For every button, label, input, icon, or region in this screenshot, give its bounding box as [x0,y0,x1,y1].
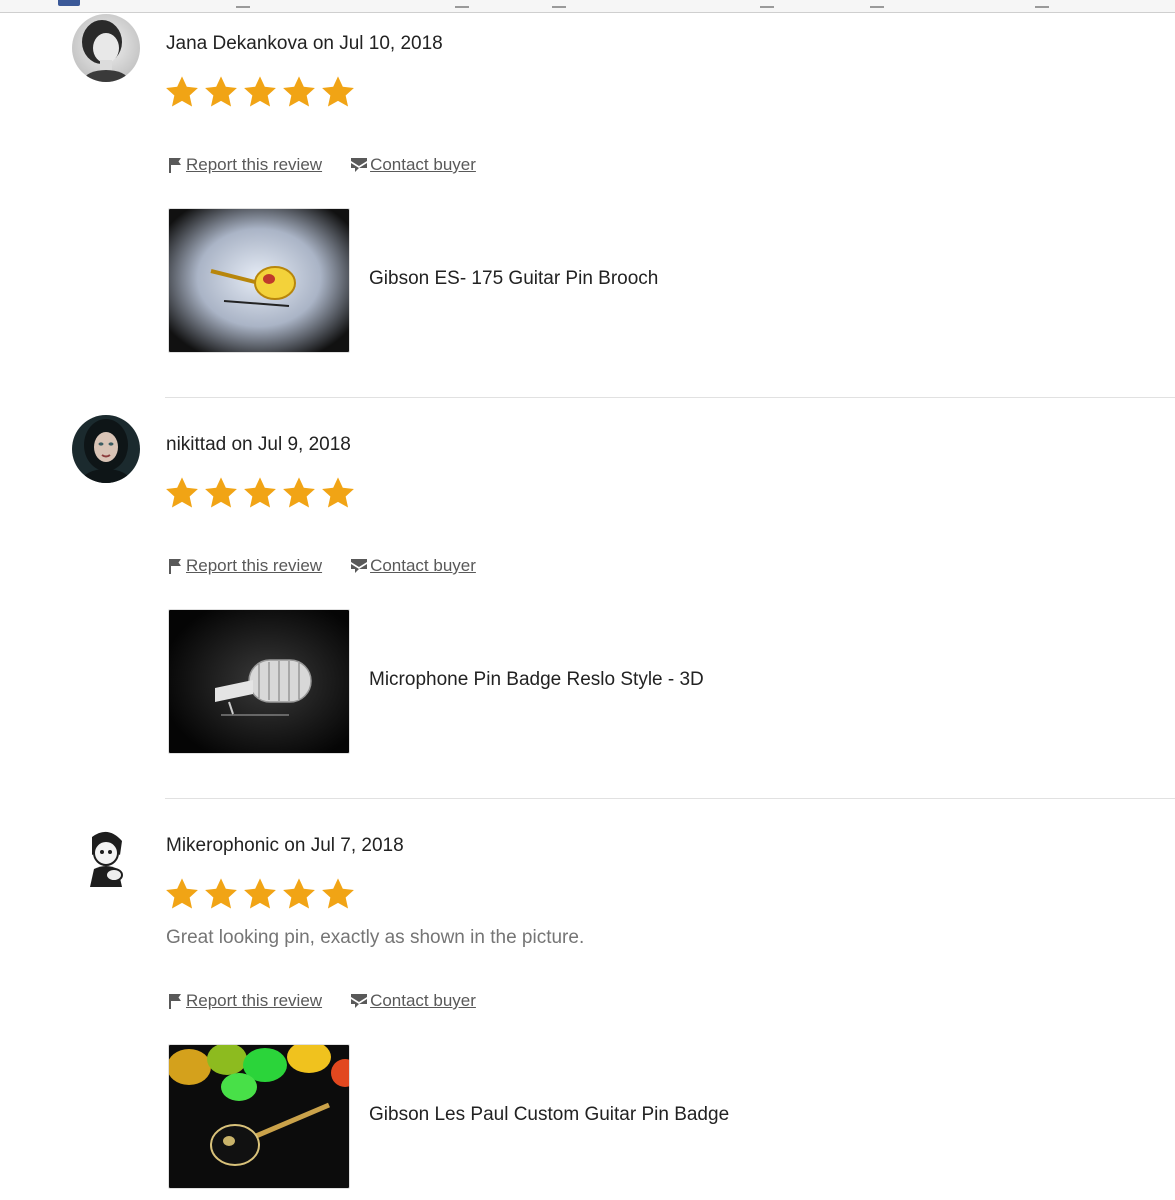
star-icon [203,475,239,511]
star-icon [203,876,239,912]
star-icon [281,475,317,511]
message-icon [350,557,368,575]
reviewer-name-date: Jana Dekankova on Jul 10, 2018 [166,33,443,54]
flag-icon [166,557,184,575]
message-icon [350,156,368,174]
review-actions: Report this review Contact buyer [166,991,504,1011]
report-review-label: Report this review [186,556,323,575]
review-actions: Report this review Contact buyer [166,556,504,576]
star-icon [164,876,200,912]
flag-icon [166,156,184,174]
report-review-link[interactable]: Report this review [166,556,322,576]
contact-buyer-label: Contact buyer [370,155,476,174]
contact-buyer-link[interactable]: Contact buyer [350,556,476,576]
star-icon [164,74,200,110]
rating-stars [164,74,356,110]
reviewer-avatar[interactable] [72,415,140,483]
review-divider [165,397,1175,398]
star-icon [164,475,200,511]
report-review-link[interactable]: Report this review [166,155,322,175]
reviewer-name-date: Mikerophonic on Jul 7, 2018 [166,835,404,856]
rating-stars [164,876,356,912]
star-icon [242,475,278,511]
contact-buyer-label: Contact buyer [370,991,476,1010]
flag-icon [166,992,184,1010]
star-icon [281,876,317,912]
star-icon [281,74,317,110]
facebook-icon[interactable] [58,0,80,6]
product-title[interactable]: Gibson ES- 175 Guitar Pin Brooch [369,268,658,290]
product-thumbnail[interactable] [168,1044,350,1189]
star-icon [320,74,356,110]
star-icon [242,74,278,110]
contact-buyer-link[interactable]: Contact buyer [350,155,476,175]
product-thumbnail[interactable] [168,609,350,754]
product-thumbnail[interactable] [168,208,350,353]
reviewer-avatar[interactable] [72,823,140,891]
star-icon [242,876,278,912]
product-title[interactable]: Gibson Les Paul Custom Guitar Pin Badge [369,1104,729,1126]
star-icon [203,74,239,110]
star-icon [320,475,356,511]
review-actions: Report this review Contact buyer [166,155,504,175]
rating-stars [164,475,356,511]
report-review-label: Report this review [186,991,323,1010]
report-review-link[interactable]: Report this review [166,991,322,1011]
contact-buyer-label: Contact buyer [370,556,476,575]
contact-buyer-link[interactable]: Contact buyer [350,991,476,1011]
message-icon [350,992,368,1010]
review-comment: Great looking pin, exactly as shown in t… [166,927,585,948]
reviewer-name-date: nikittad on Jul 9, 2018 [166,434,351,455]
review-divider [165,798,1175,799]
product-title[interactable]: Microphone Pin Badge Reslo Style - 3D [369,669,704,691]
star-icon [320,876,356,912]
reviewer-avatar[interactable] [72,14,140,82]
browser-toolbar-strip [0,0,1175,13]
report-review-label: Report this review [186,155,323,174]
